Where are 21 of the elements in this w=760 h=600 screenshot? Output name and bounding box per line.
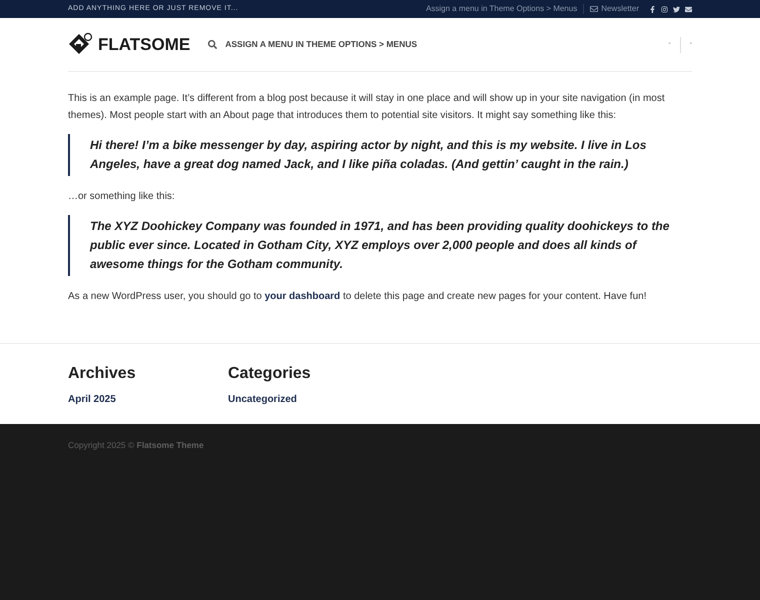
- widget-title: Archives: [68, 364, 137, 384]
- blockquote: Hi there! I’m a bike messenger by day, aspiring actor by night, and this is my website. I live in Los Angeles, have a great dog named Jack, and I like piña coladas. (And gettin’ caught in the rain.): [68, 134, 692, 176]
- paragraph: As a new WordPress user, you should go to your dashboard to delete this page and create new pages for your content. Have fun!: [68, 290, 648, 304]
- newsletter-link[interactable]: Newsletter: [590, 3, 639, 15]
- nav-menu-hint[interactable]: ASSIGN A MENU IN THEME OPTIONS > MENUS: [225, 38, 418, 51]
- envelope-icon: [590, 5, 598, 13]
- widget-link[interactable]: April 2025: [68, 392, 188, 407]
- widget-title: Categories: [228, 364, 312, 384]
- logo-text[interactable]: FLATSOME: [98, 32, 190, 58]
- dashboard-link[interactable]: your dashboard: [264, 291, 340, 302]
- copyright-text: Copyright 2025 © Flatsome Theme: [68, 440, 204, 450]
- search-icon[interactable]: [208, 40, 218, 49]
- email-icon[interactable]: [685, 6, 692, 12]
- widget-link[interactable]: Uncategorized: [228, 392, 348, 407]
- facebook-icon[interactable]: [649, 6, 656, 12]
- intro-paragraph: This is an example page. It’s different from a blog post because it will stay in one place and will show up in your site navigation (in most themes). Most people start with an About page that introduces them to potential site visitors. It might say something like this:: [68, 92, 666, 123]
- blockquote: The XYZ Doohickey Company was founded in 1971, and has been providing quality doohickeys to the public ever since. Located in Gotham City, XYZ employs over 2,000 people and does all kinds of awesome things for the Gotham community.: [68, 215, 692, 276]
- menu-hint-link[interactable]: Assign a menu in Theme Options > Menus: [426, 3, 578, 15]
- instagram-icon[interactable]: [661, 6, 668, 12]
- twitter-icon[interactable]: [673, 6, 680, 12]
- paragraph: …or something like this:: [68, 190, 176, 204]
